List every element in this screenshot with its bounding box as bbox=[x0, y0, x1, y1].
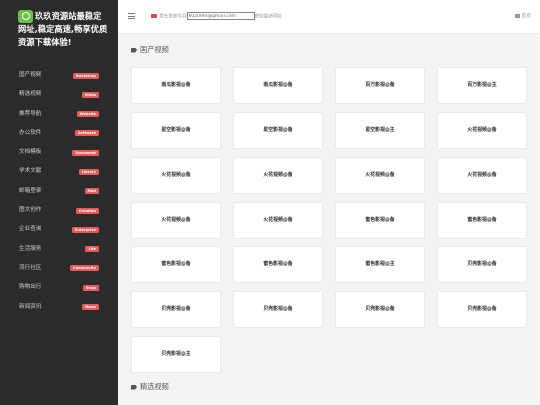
sidebar-item-label: 流行社区 bbox=[19, 264, 42, 271]
sidebar-item-badge: Shop bbox=[82, 284, 99, 291]
sidebar-item-label: 生活服务 bbox=[19, 245, 42, 252]
menu-icon[interactable] bbox=[128, 13, 135, 19]
brand-title-line-1: 玖玖资源站最稳定 bbox=[18, 10, 114, 23]
sidebar-item[interactable]: 国产视频 Bootstrap bbox=[0, 66, 118, 85]
brand[interactable]: 玖玖资源站最稳定 网址,稳定高速,畅享优质 资源下载体验! bbox=[18, 10, 114, 49]
site-card[interactable]: 贝壳影视@备 bbox=[131, 291, 221, 328]
sidebar-item[interactable]: 生活服务 Life bbox=[0, 240, 118, 259]
site-card[interactable]: 火花视频@备 bbox=[437, 112, 527, 149]
sidebar-item-label: 学术文献 bbox=[19, 168, 42, 175]
sidebar-item-badge: Bootstrap bbox=[72, 72, 99, 79]
section-title-featured: 精选视频 bbox=[131, 382, 169, 392]
site-card[interactable]: 百万影视@主 bbox=[437, 67, 527, 104]
mail-label: 发任意邮件到 bbox=[159, 14, 187, 20]
site-card[interactable]: 蜜色影视@备 bbox=[335, 202, 425, 239]
sidebar-item[interactable]: 推荐导航 Website bbox=[0, 105, 118, 124]
sidebar-item-label: 图文创作 bbox=[19, 207, 42, 214]
home-link[interactable]: 首页 bbox=[515, 12, 531, 22]
sidebar-item[interactable]: 办公软件 Software bbox=[0, 124, 118, 143]
mail-icon bbox=[151, 13, 157, 19]
site-card[interactable]: 南瓜影视@备 bbox=[131, 67, 221, 104]
sidebar-item-badge: Creation bbox=[75, 207, 99, 214]
site-card[interactable]: 星空影视@备 bbox=[131, 112, 221, 149]
site-card[interactable]: 南瓜影视@备 bbox=[233, 67, 323, 104]
sidebar-item-label: 国产视频 bbox=[19, 72, 42, 78]
site-card[interactable]: 火花视频@备 bbox=[233, 202, 323, 239]
sidebar-item-badge: News bbox=[82, 304, 99, 311]
sidebar-item-label: 新闻资讯 bbox=[19, 303, 42, 310]
sidebar-item[interactable]: 购物出行 Shop bbox=[0, 278, 118, 297]
site-card[interactable]: 火花视频@备 bbox=[233, 157, 323, 194]
sidebar-item-badge: Website bbox=[76, 111, 99, 118]
sidebar-item-badge: Mail bbox=[84, 188, 99, 195]
sidebar-item-label: 购物出行 bbox=[19, 284, 42, 291]
sidebar-item[interactable]: 图文创作 Creation bbox=[0, 201, 118, 220]
section-title-domestic: 国产视频 bbox=[131, 45, 169, 55]
tag-icon bbox=[131, 47, 137, 53]
mail-notice: 发任意邮件到 获取最新网址 bbox=[151, 12, 282, 22]
site-card[interactable]: 蜜色影视@备 bbox=[437, 202, 527, 239]
sidebar-item-badge: Library bbox=[78, 168, 99, 175]
site-card[interactable]: 贝壳影视@备 bbox=[437, 246, 527, 283]
mail-address-field[interactable] bbox=[186, 12, 255, 20]
site-card[interactable]: 火花视频@备 bbox=[335, 157, 425, 194]
sidebar-item-label: 办公软件 bbox=[19, 129, 42, 136]
sidebar: 玖玖资源站最稳定 网址,稳定高速,畅享优质 资源下载体验! 国产视频 Bootst… bbox=[0, 0, 118, 405]
site-card[interactable]: 星空影视@主 bbox=[335, 112, 425, 149]
brand-title-line-3: 资源下载体验! bbox=[18, 37, 72, 47]
sidebar-nav: 国产视频 Bootstrap 精选视频 Video 推荐导航 Website 办公软件 Sof… bbox=[0, 66, 118, 317]
sidebar-item[interactable]: 邮箱登录 Mail bbox=[0, 182, 118, 201]
sidebar-item[interactable]: 新闻资讯 News bbox=[0, 298, 118, 317]
sidebar-item-label: 企业查询 bbox=[19, 226, 42, 233]
tag-icon bbox=[131, 384, 137, 390]
sidebar-item-badge: Enterprise bbox=[71, 226, 99, 233]
sidebar-item-label: 推荐导航 bbox=[19, 110, 42, 117]
sidebar-item-label: 邮箱登录 bbox=[19, 187, 42, 194]
site-card[interactable]: 百万影视@备 bbox=[335, 67, 425, 104]
sidebar-item-label: 精选视频 bbox=[19, 91, 42, 98]
site-card[interactable]: 火花视频@备 bbox=[437, 157, 527, 194]
sidebar-item[interactable]: 文档模板 Document bbox=[0, 143, 118, 162]
sidebar-item-badge: Video bbox=[81, 91, 99, 98]
site-card[interactable]: 星空影视@备 bbox=[233, 112, 323, 149]
top-header: 发任意邮件到 获取最新网址 首页 bbox=[118, 0, 540, 34]
sidebar-item[interactable]: 学术文献 Library bbox=[0, 162, 118, 181]
sidebar-item[interactable]: 流行社区 Community bbox=[0, 259, 118, 278]
home-icon bbox=[515, 13, 521, 18]
sidebar-item-badge: Community bbox=[69, 265, 99, 272]
site-card[interactable]: 贝壳影视@主 bbox=[131, 336, 221, 373]
brand-title-line-2: 网址,稳定高速,畅享优质 bbox=[18, 24, 108, 34]
sidebar-item-badge: Document bbox=[72, 149, 99, 156]
site-card[interactable]: 贝壳影视@备 bbox=[233, 291, 323, 328]
site-card[interactable]: 贝壳影视@备 bbox=[437, 291, 527, 328]
site-card[interactable]: 火花视频@备 bbox=[131, 157, 221, 194]
site-card[interactable]: 蜜色影视@主 bbox=[335, 246, 425, 283]
site-card[interactable]: 蜜色影视@备 bbox=[131, 246, 221, 283]
site-card[interactable]: 贝壳影视@备 bbox=[335, 291, 425, 328]
sidebar-item-badge: Software bbox=[74, 130, 99, 137]
sidebar-item[interactable]: 精选视频 Video bbox=[0, 85, 118, 104]
sidebar-item-badge: Life bbox=[85, 246, 99, 253]
sidebar-item-label: 文档模板 bbox=[19, 149, 42, 156]
logo-icon bbox=[18, 10, 33, 23]
mail-suffix: 获取最新网址 bbox=[254, 14, 283, 20]
site-card[interactable]: 蜜色影视@备 bbox=[233, 246, 323, 283]
sidebar-item[interactable]: 企业查询 Enterprise bbox=[0, 220, 118, 239]
site-card[interactable]: 火花视频@备 bbox=[131, 202, 221, 239]
